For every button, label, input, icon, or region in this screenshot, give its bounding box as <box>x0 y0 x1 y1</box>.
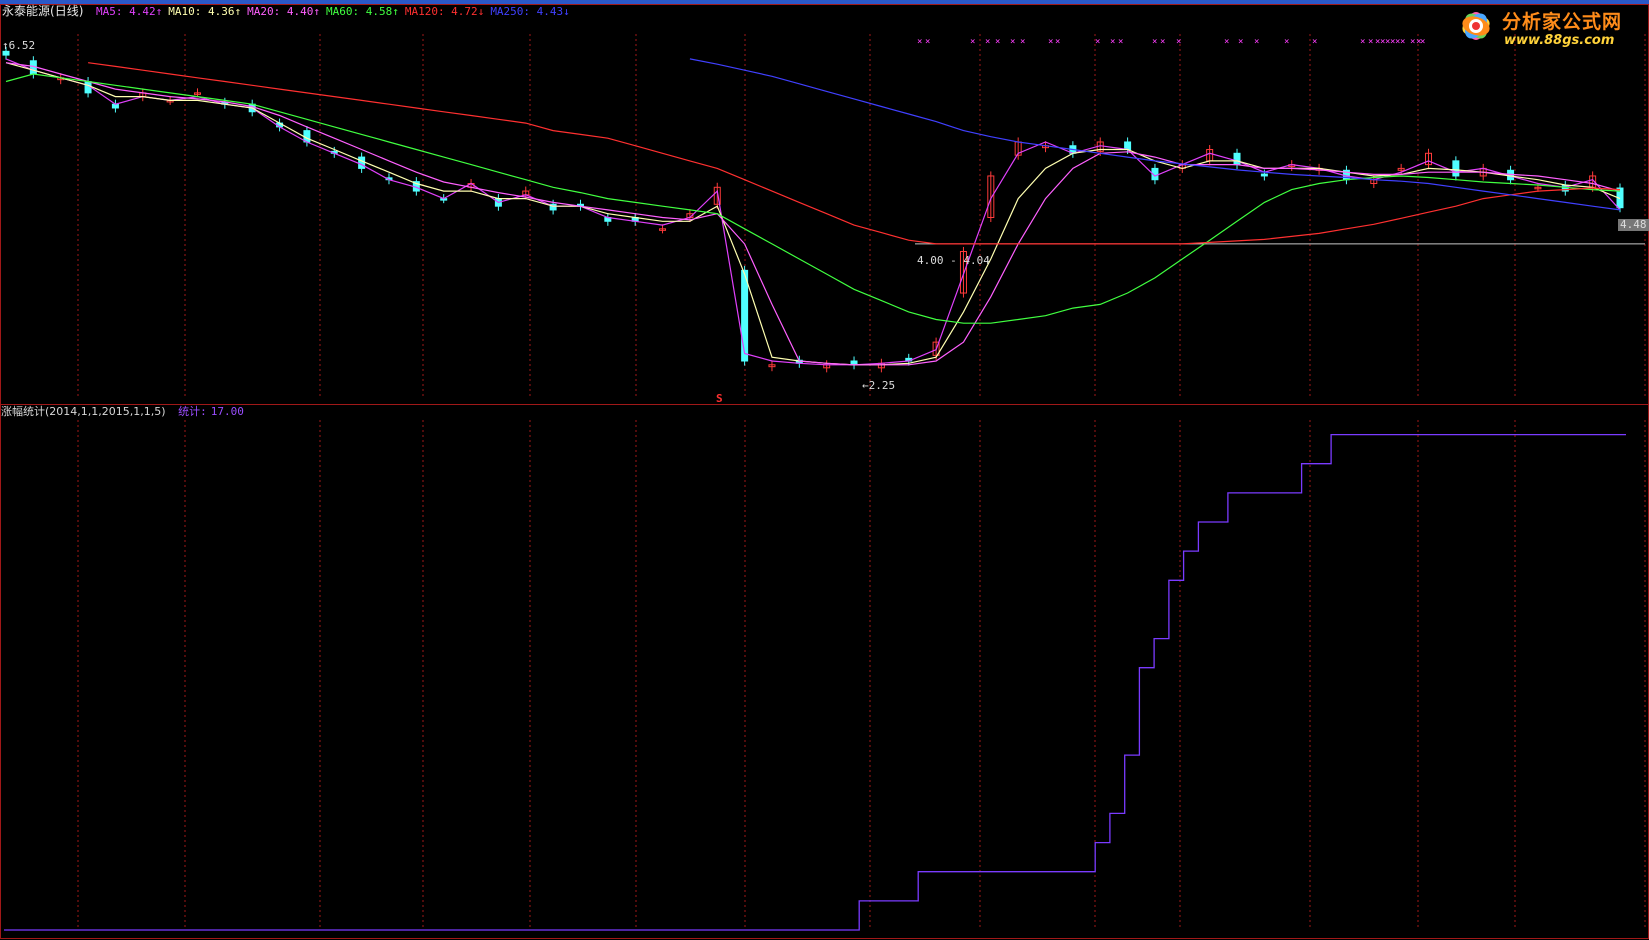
indicator-panel-border <box>0 404 1649 939</box>
indicator-chart[interactable] <box>0 0 1649 940</box>
indicator-stat: 统计: 17.00 <box>178 405 244 418</box>
indicator-title: 涨幅统计(2014,1,1,2015,1,1,5) <box>1 405 166 418</box>
indicator-header: 涨幅统计(2014,1,1,2015,1,1,5) 统计: 17.00 <box>1 405 250 418</box>
stat-step-line <box>4 433 1626 931</box>
